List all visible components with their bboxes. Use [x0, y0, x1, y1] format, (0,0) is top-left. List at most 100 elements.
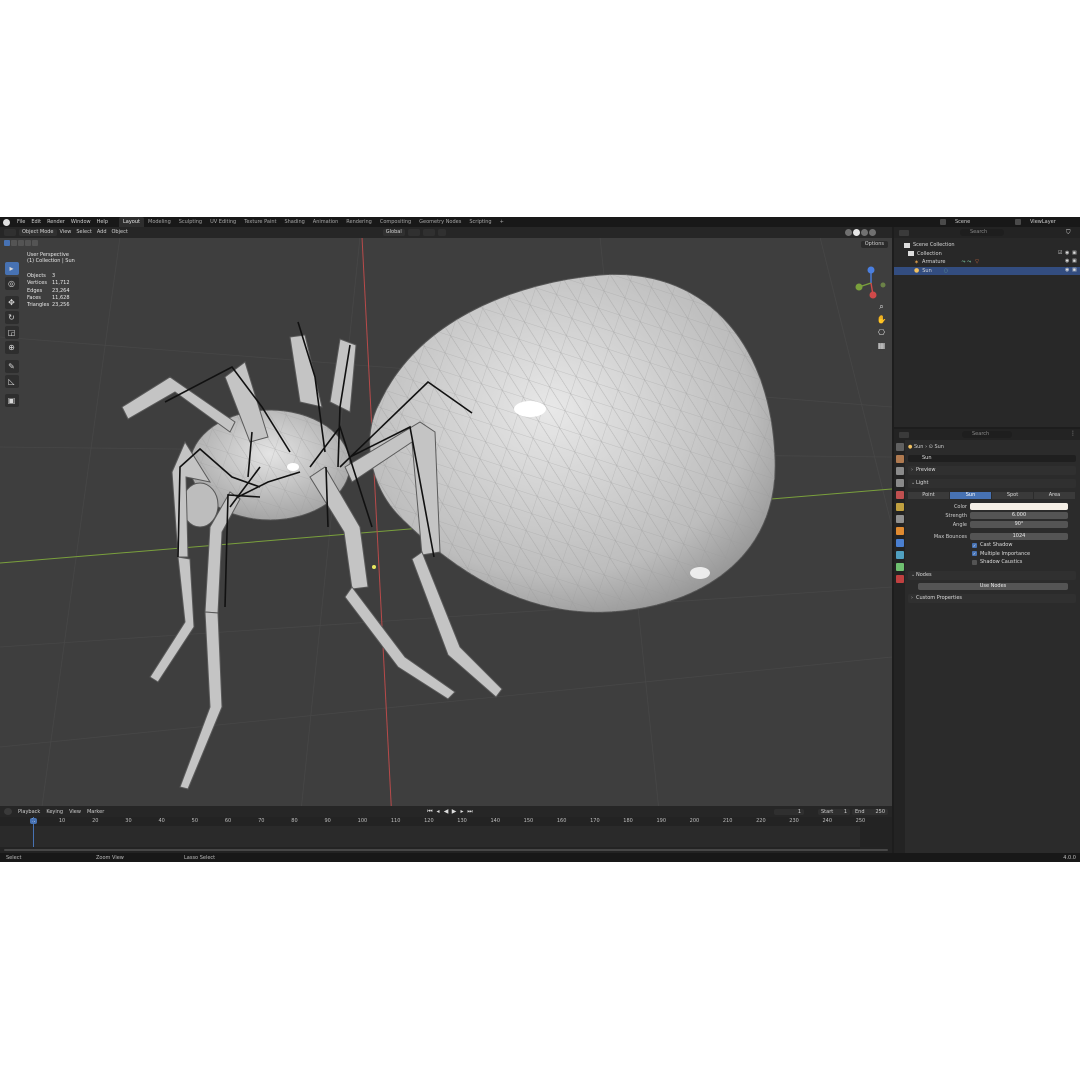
menu-view[interactable]: View: [60, 227, 72, 238]
proportional-edit-icon[interactable]: [437, 229, 446, 236]
playhead[interactable]: [33, 817, 34, 847]
transform-orientation-selector[interactable]: Global: [382, 229, 405, 236]
blender-logo-icon[interactable]: [3, 218, 10, 226]
editor-type-icon[interactable]: [4, 229, 16, 236]
tab-geometry-nodes[interactable]: Geometry Nodes: [415, 217, 465, 227]
multiple-importance-row[interactable]: ✓ Multiple Importance: [908, 550, 1076, 559]
pose-icon[interactable]: ▽: [975, 259, 979, 265]
filter-icon[interactable]: ⛉: [1066, 229, 1074, 236]
menu-render[interactable]: Render: [44, 217, 68, 227]
light-type-point[interactable]: Point: [908, 492, 950, 499]
grid-view-icon[interactable]: ▦: [876, 340, 887, 351]
options-button[interactable]: Options: [860, 241, 888, 248]
strength-field[interactable]: 6.000: [970, 512, 1068, 519]
transform-tool-icon[interactable]: ⊕: [4, 341, 19, 354]
light-type-area[interactable]: Area: [1034, 492, 1076, 499]
scale-tool-icon[interactable]: ◲: [4, 326, 19, 339]
shadow-caustics-row[interactable]: Shadow Caustics: [908, 558, 1076, 567]
light-name-field[interactable]: Sun: [908, 455, 1076, 462]
eye-icon[interactable]: ◉: [1065, 259, 1070, 264]
select-invert-icon[interactable]: [25, 240, 31, 246]
view-layer-tab-icon[interactable]: [895, 479, 904, 487]
tab-sculpting[interactable]: Sculpting: [175, 217, 206, 227]
properties-panel[interactable]: Search ⋮ ● Sun › ⊙ Sun Sun Pre: [894, 429, 1080, 853]
move-tool-icon[interactable]: ✥: [4, 296, 19, 309]
measure-tool-icon[interactable]: ◺: [4, 375, 19, 388]
texture-tab-icon[interactable]: [895, 575, 904, 583]
end-frame-field[interactable]: End 250: [852, 809, 888, 815]
camera-view-icon[interactable]: ⎔: [876, 327, 887, 338]
select-box-tool-icon[interactable]: ▸: [4, 262, 19, 275]
properties-search-input[interactable]: Search: [962, 431, 1012, 438]
menu-help[interactable]: Help: [94, 217, 111, 227]
menu-edit[interactable]: Edit: [28, 217, 44, 227]
menu-select[interactable]: Select: [76, 227, 91, 238]
timeline-ruler[interactable]: 1102030405060708090100110120130140150160…: [0, 817, 892, 826]
tab-scripting[interactable]: Scripting: [465, 217, 495, 227]
tree-item-sun[interactable]: ● Sun ◌ ◉ ▣: [894, 266, 1080, 275]
tab-animation[interactable]: Animation: [309, 217, 343, 227]
timeline-track[interactable]: [0, 826, 860, 847]
start-frame-field[interactable]: Start 1: [818, 809, 850, 815]
tree-item-collection[interactable]: Collection ☑ ◉ ▣: [894, 250, 1080, 259]
rotate-tool-icon[interactable]: ↻: [4, 311, 19, 324]
light-data-tab-icon[interactable]: [895, 563, 904, 571]
output-tab-icon[interactable]: [895, 467, 904, 475]
play-icon[interactable]: ▶: [451, 809, 457, 815]
pan-hand-icon[interactable]: ✋: [876, 314, 887, 325]
section-light[interactable]: Light: [908, 479, 1076, 488]
checkbox-checked-icon[interactable]: ✓: [972, 542, 977, 548]
tab-layout[interactable]: Layout: [119, 217, 144, 227]
select-subtract-icon[interactable]: [18, 240, 24, 246]
eye-icon[interactable]: ◉: [1065, 250, 1070, 256]
world-tab-icon[interactable]: [895, 503, 904, 511]
add-cube-tool-icon[interactable]: ▣: [4, 394, 19, 407]
outliner-panel[interactable]: Search ⛉ Scene Collection Collection ☑ ◉ ▣…: [894, 227, 1080, 427]
menu-marker[interactable]: Marker: [87, 809, 104, 815]
menu-window[interactable]: Window: [68, 217, 94, 227]
color-swatch[interactable]: [970, 503, 1068, 510]
section-nodes[interactable]: Nodes: [908, 570, 1076, 580]
tab-rendering[interactable]: Rendering: [342, 217, 376, 227]
3d-viewport[interactable]: Object Mode View Select Add Object Globa…: [0, 227, 892, 821]
zoom-icon[interactable]: ⌕: [876, 301, 887, 312]
menu-object[interactable]: Object: [112, 227, 128, 238]
tab-texture-paint[interactable]: Texture Paint: [240, 217, 280, 227]
constraints-tab-icon[interactable]: [895, 551, 904, 559]
pivot-icon[interactable]: [407, 229, 420, 236]
menu-timeline-view[interactable]: View: [69, 809, 81, 815]
select-new-icon[interactable]: [4, 240, 10, 246]
checkbox-checked-icon[interactable]: ✓: [972, 551, 977, 557]
select-intersect-icon[interactable]: [32, 240, 38, 246]
current-frame-field[interactable]: 1: [774, 809, 804, 815]
jump-start-icon[interactable]: ⏮: [427, 809, 433, 815]
rendered-shading-icon[interactable]: [869, 229, 876, 236]
scene-selector[interactable]: Scene: [943, 219, 993, 225]
angle-field[interactable]: 90°: [970, 521, 1068, 528]
camera-icon[interactable]: ▣: [1072, 259, 1077, 264]
select-extend-icon[interactable]: [11, 240, 17, 246]
tab-shading[interactable]: Shading: [280, 217, 308, 227]
light-data-icon[interactable]: ◌: [944, 268, 948, 274]
tool-tab-icon[interactable]: [895, 443, 904, 451]
timeline-editor[interactable]: Playback Keying View Marker ⏮ ◂ ◀ ▶ ▸ ⏭ …: [0, 806, 892, 853]
eye-icon[interactable]: ◉: [1065, 267, 1070, 273]
section-custom-properties[interactable]: Custom Properties: [908, 593, 1076, 603]
timeline-scrollbar[interactable]: [4, 849, 888, 851]
material-shading-icon[interactable]: [861, 229, 868, 236]
timeline-editor-type-icon[interactable]: [4, 808, 12, 815]
max-bounces-field[interactable]: 1024: [970, 533, 1068, 540]
solid-shading-icon[interactable]: [853, 229, 860, 236]
tab-modeling[interactable]: Modeling: [144, 217, 175, 227]
add-workspace-button[interactable]: +: [496, 217, 508, 227]
use-nodes-button[interactable]: Use Nodes: [918, 582, 1068, 590]
collection-tab-icon[interactable]: [895, 515, 904, 523]
outliner-search-input[interactable]: Search: [960, 229, 1004, 236]
checkbox-unchecked-icon[interactable]: [972, 559, 977, 565]
camera-icon[interactable]: ▣: [1072, 250, 1077, 256]
menu-add[interactable]: Add: [97, 227, 107, 238]
viewport-scene[interactable]: [0, 227, 892, 821]
navigation-gizmo[interactable]: [855, 265, 887, 301]
render-tab-icon[interactable]: [895, 455, 904, 463]
object-tab-icon[interactable]: [895, 527, 904, 535]
